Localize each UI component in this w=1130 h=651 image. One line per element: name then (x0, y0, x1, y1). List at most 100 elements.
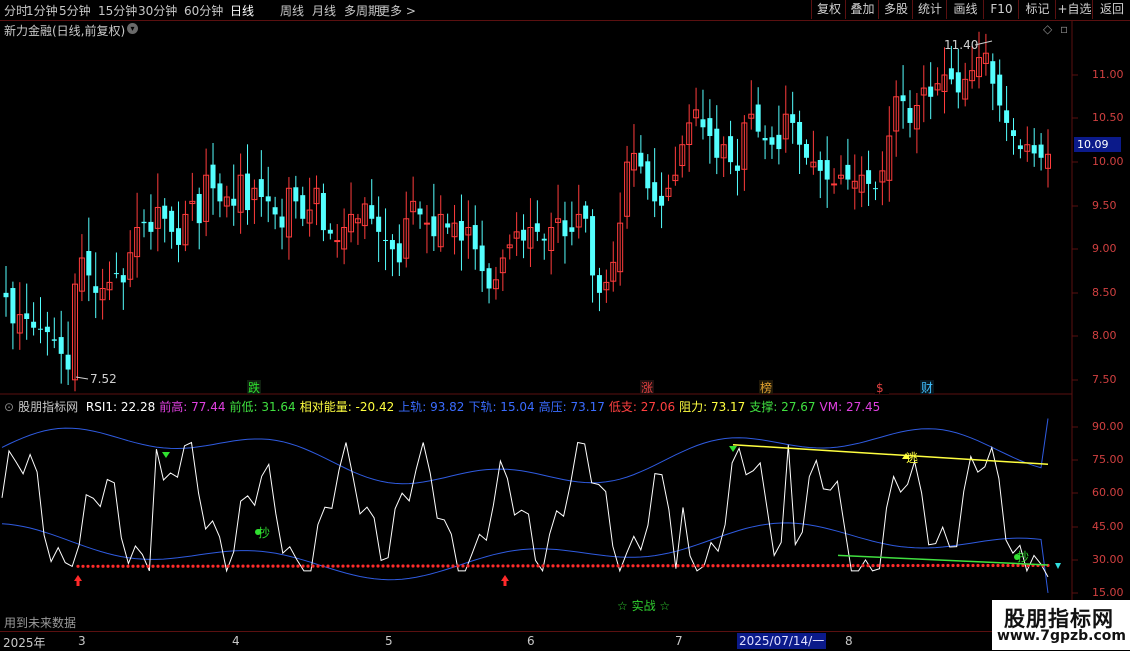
support-dot (966, 563, 970, 568)
candle-body (176, 228, 182, 245)
support-dot (256, 564, 260, 568)
support-dot (441, 564, 445, 568)
buy-arrow-icon (74, 575, 82, 586)
buy2-signal-dot (1014, 554, 1020, 560)
support-dot (186, 564, 190, 568)
candle-body (272, 207, 278, 215)
support-dot (486, 564, 490, 568)
support-dot (771, 564, 775, 568)
candle-body (120, 275, 126, 283)
support-dot (416, 564, 420, 568)
candle-body (24, 313, 30, 319)
support-dot (936, 563, 940, 568)
event-marker: 财 (921, 381, 933, 395)
support-dot (881, 563, 885, 568)
candle-body (1010, 130, 1016, 136)
support-dot (326, 564, 330, 568)
candle-body (113, 273, 119, 275)
support-dot (716, 564, 720, 568)
support-dot (801, 564, 805, 568)
support-dot (896, 563, 900, 568)
candle-body (769, 137, 775, 145)
candle-body (645, 161, 651, 189)
support-dot (376, 564, 380, 568)
indicator-header: ⊙ 股朋指标网 RSI1: 22.28 前高: 77.44 前低: 31.64 相对能量… (4, 398, 888, 415)
candle-body (210, 164, 216, 189)
support-dot (501, 564, 505, 568)
support-dot (941, 563, 945, 568)
indicator-value-3: 相对能量: -20.42 (299, 400, 395, 414)
support-dot (341, 564, 345, 568)
support-dot (231, 564, 235, 568)
indicator-values: RSI1: 22.28 前高: 77.44 前低: 31.64 相对能量: -20.4… (86, 400, 884, 414)
support-dot (366, 564, 370, 568)
candle-body (1031, 145, 1037, 154)
support-dot (746, 564, 750, 568)
support-dot (956, 563, 960, 568)
candle-body (797, 121, 803, 145)
sell-arrow-icon (729, 446, 737, 452)
support-dot (176, 564, 180, 568)
support-dot (236, 564, 240, 568)
support-dot (171, 564, 175, 568)
support-dot (576, 564, 580, 568)
indicator-value-4: 上轨: 93.82 (398, 400, 465, 414)
candle-body (734, 165, 740, 171)
chart-canvas[interactable]: 11.407.52跌涨榜 $ 财抄逃抄 (0, 0, 1130, 650)
support-dot (931, 563, 935, 568)
indicator-tick-label: 90.00 (1092, 420, 1124, 433)
month-tick-label: 5 (385, 634, 393, 648)
support-dot (211, 564, 215, 568)
support-dot (831, 564, 835, 568)
candle-body (659, 195, 665, 206)
support-dot (131, 564, 135, 568)
candle-body (258, 179, 264, 197)
indicator-value-6: 高压: 73.17 (538, 400, 605, 414)
support-dot (386, 564, 390, 568)
support-dot (506, 564, 510, 568)
support-dot (651, 564, 655, 568)
support-dot (1011, 563, 1015, 568)
support-dot (721, 564, 725, 568)
support-dot (596, 564, 600, 568)
candle-body (541, 238, 547, 241)
support-dot (826, 564, 830, 568)
support-dot (111, 564, 115, 568)
candle-body (327, 229, 333, 234)
candle-body (217, 183, 223, 202)
candle-body (817, 159, 823, 171)
indicator-value-5: 下轨: 15.04 (468, 400, 535, 414)
candle-body (762, 138, 768, 141)
candle-body (590, 216, 596, 276)
support-dot (361, 564, 365, 568)
support-dot (306, 564, 310, 568)
indicator-value-2: 前低: 31.64 (229, 400, 296, 414)
support-dot (351, 564, 355, 568)
support-dot (671, 564, 675, 568)
support-dot (586, 564, 590, 568)
support-dot (946, 563, 950, 568)
support-dot (711, 564, 715, 568)
support-dot (556, 564, 560, 568)
support-dot (691, 564, 695, 568)
support-dot (991, 563, 995, 568)
candle-body (866, 170, 872, 184)
support-dot (191, 564, 195, 568)
support-dot (791, 564, 795, 568)
support-dot (926, 563, 930, 568)
event-marker: 榜 (760, 380, 772, 395)
candle-body (521, 229, 527, 241)
candle-body (1004, 110, 1010, 123)
support-dot (706, 564, 710, 568)
support-dot (816, 564, 820, 568)
support-dot (226, 564, 230, 568)
candle-body (44, 326, 50, 333)
date-axis: 2025年 2025/07/14/一 3 4 5 6 7 8 (0, 631, 1130, 651)
support-dot (536, 564, 540, 568)
support-dot (911, 563, 915, 568)
candle-body (148, 221, 154, 232)
support-dot (761, 564, 765, 568)
support-dot (116, 564, 120, 568)
indicator-settings-icon[interactable]: ⊙ (4, 400, 14, 414)
support-dot (921, 563, 925, 568)
